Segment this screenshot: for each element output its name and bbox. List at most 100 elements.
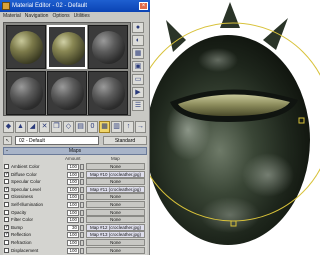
map-slot-button[interactable]: None [86,216,145,224]
put-library-icon[interactable]: ▤ [75,121,86,133]
options-icon[interactable]: ☰ [132,100,144,111]
amount-spinner[interactable] [80,224,84,231]
map-slot-button[interactable]: Map #13 (crocleather.jpg) [86,231,145,239]
map-amount-field[interactable]: 100 [67,202,79,208]
map-slot-button[interactable]: Map #11 (crocleather.jpg) [86,185,145,193]
amount-spinner[interactable] [80,194,84,201]
sample-slot[interactable] [47,71,87,115]
map-column-header: Map [111,156,120,161]
pick-material-icon[interactable]: ↖ [3,136,12,145]
assign-icon[interactable]: ◢ [27,121,38,133]
map-enable-checkbox[interactable] [4,202,9,207]
amount-column-header: Amount [65,156,81,161]
map-amount-field[interactable]: 100 [67,171,79,178]
map-slot-button[interactable]: None [86,201,145,208]
map-enable-checkbox[interactable]: ✓ [4,224,9,230]
map-slot-button[interactable]: None [86,208,145,216]
material-name-field[interactable]: 02 - Default [15,136,99,145]
app-icon [2,2,10,10]
menu-navigation[interactable]: Navigation [25,12,49,21]
sample-slots [3,22,131,116]
show-map-icon[interactable]: ▦ [99,121,110,133]
go-parent-icon[interactable]: ↑ [123,121,134,133]
map-amount-field[interactable]: 100 [67,194,79,201]
menu-bar: Material Navigation Options Utilities [0,12,150,21]
map-enable-checkbox[interactable] [4,179,9,185]
map-amount-field[interactable]: 100 [67,164,79,170]
sample-slot-selected[interactable] [47,25,87,69]
copy-icon[interactable]: ❐ [51,121,62,133]
map-slot-button[interactable]: None [86,239,145,246]
maps-rollout: - Maps Amount Map Ambient Color 100 None ✓ D… [3,147,147,255]
amount-spinner[interactable] [80,186,84,193]
backlight-icon[interactable]: ◐ [132,35,144,46]
map-enable-checkbox[interactable]: ✓ [4,232,9,238]
sample-side-toolbar: ● ◐ ▦ ▣ ▭ ▶ ☰ [132,22,146,117]
background-icon[interactable]: ▦ [132,48,144,59]
amount-spinner[interactable] [80,217,84,224]
video-check-icon[interactable]: ▭ [132,74,144,85]
amount-spinner[interactable] [80,164,84,170]
spike-right [263,18,288,50]
map-slot-button[interactable]: Map #10 (crocleather.jpg) [86,170,145,178]
make-preview-icon[interactable]: ▶ [132,87,144,98]
put-to-scene-icon[interactable]: ▲ [15,121,26,133]
material-name-row: ↖ 02 - Default Standard [3,136,147,146]
map-enable-checkbox[interactable] [4,164,9,169]
unique-icon[interactable]: ◇ [63,121,74,133]
close-button[interactable]: × [139,2,148,10]
reset-icon[interactable]: ✕ [39,121,50,133]
map-amount-field[interactable]: 30 [67,224,79,231]
map-amount-field[interactable]: 100 [67,209,79,216]
amount-spinner[interactable] [80,171,84,178]
material-editor-window: Material Editor - 02 - Default × Materia… [0,0,150,255]
sample-slot[interactable] [88,71,128,115]
map-amount-field[interactable]: 100 [67,232,79,239]
map-amount-field[interactable]: 100 [67,217,79,224]
map-enable-checkbox[interactable] [4,194,9,200]
map-enable-checkbox[interactable]: ✓ [4,186,9,192]
amount-spinner[interactable] [80,209,84,216]
title-bar[interactable]: Material Editor - 02 - Default × [0,0,150,12]
maps-title: Maps [68,148,82,154]
sphere-preview-icon[interactable]: ● [132,22,144,33]
show-end-icon[interactable]: ▥ [111,121,122,133]
render-view [148,2,320,245]
amount-spinner[interactable] [80,202,84,208]
maps-rollout-header[interactable]: - Maps [3,147,147,155]
map-slot-button[interactable]: None [86,246,145,254]
get-material-icon[interactable]: ◆ [3,121,14,133]
uv-tiling-icon[interactable]: ▣ [132,61,144,72]
map-amount-field[interactable]: 100 [67,247,79,254]
map-slot-button[interactable]: None [86,178,145,186]
spike-top [220,2,240,28]
map-slot-button[interactable]: None [86,163,145,170]
map-enable-checkbox[interactable] [4,240,9,245]
amount-spinner[interactable] [80,232,84,239]
amount-spinner[interactable] [80,240,84,246]
sample-slot[interactable] [6,25,46,69]
sample-slot[interactable] [6,71,46,115]
collapse-icon[interactable]: - [6,148,8,154]
map-enable-checkbox[interactable] [4,247,9,253]
menu-material[interactable]: Material [3,12,21,21]
amount-spinner[interactable] [80,179,84,186]
map-enable-checkbox[interactable] [4,217,9,223]
map-enable-checkbox[interactable] [4,209,9,215]
map-amount-field[interactable]: 100 [67,179,79,186]
sample-slot[interactable] [88,25,128,69]
material-id-icon[interactable]: 0 [87,121,98,133]
material-type-button[interactable]: Standard [103,136,147,145]
map-label: Displacement [11,247,39,253]
menu-options[interactable]: Options [52,12,69,21]
viewport[interactable] [148,0,320,255]
amount-spinner[interactable] [80,247,84,254]
menu-utilities[interactable]: Utilities [74,12,90,21]
map-amount-field[interactable]: 100 [67,186,79,193]
map-enable-checkbox[interactable]: ✓ [4,171,9,177]
go-sibling-icon[interactable]: → [135,121,146,133]
map-slot-button[interactable]: None [86,193,145,201]
window-title: Material Editor - 02 - Default [12,3,88,9]
map-amount-field[interactable]: 100 [67,240,79,246]
map-slot-button[interactable]: Map #12 (crocleather.jpg) [86,223,145,231]
